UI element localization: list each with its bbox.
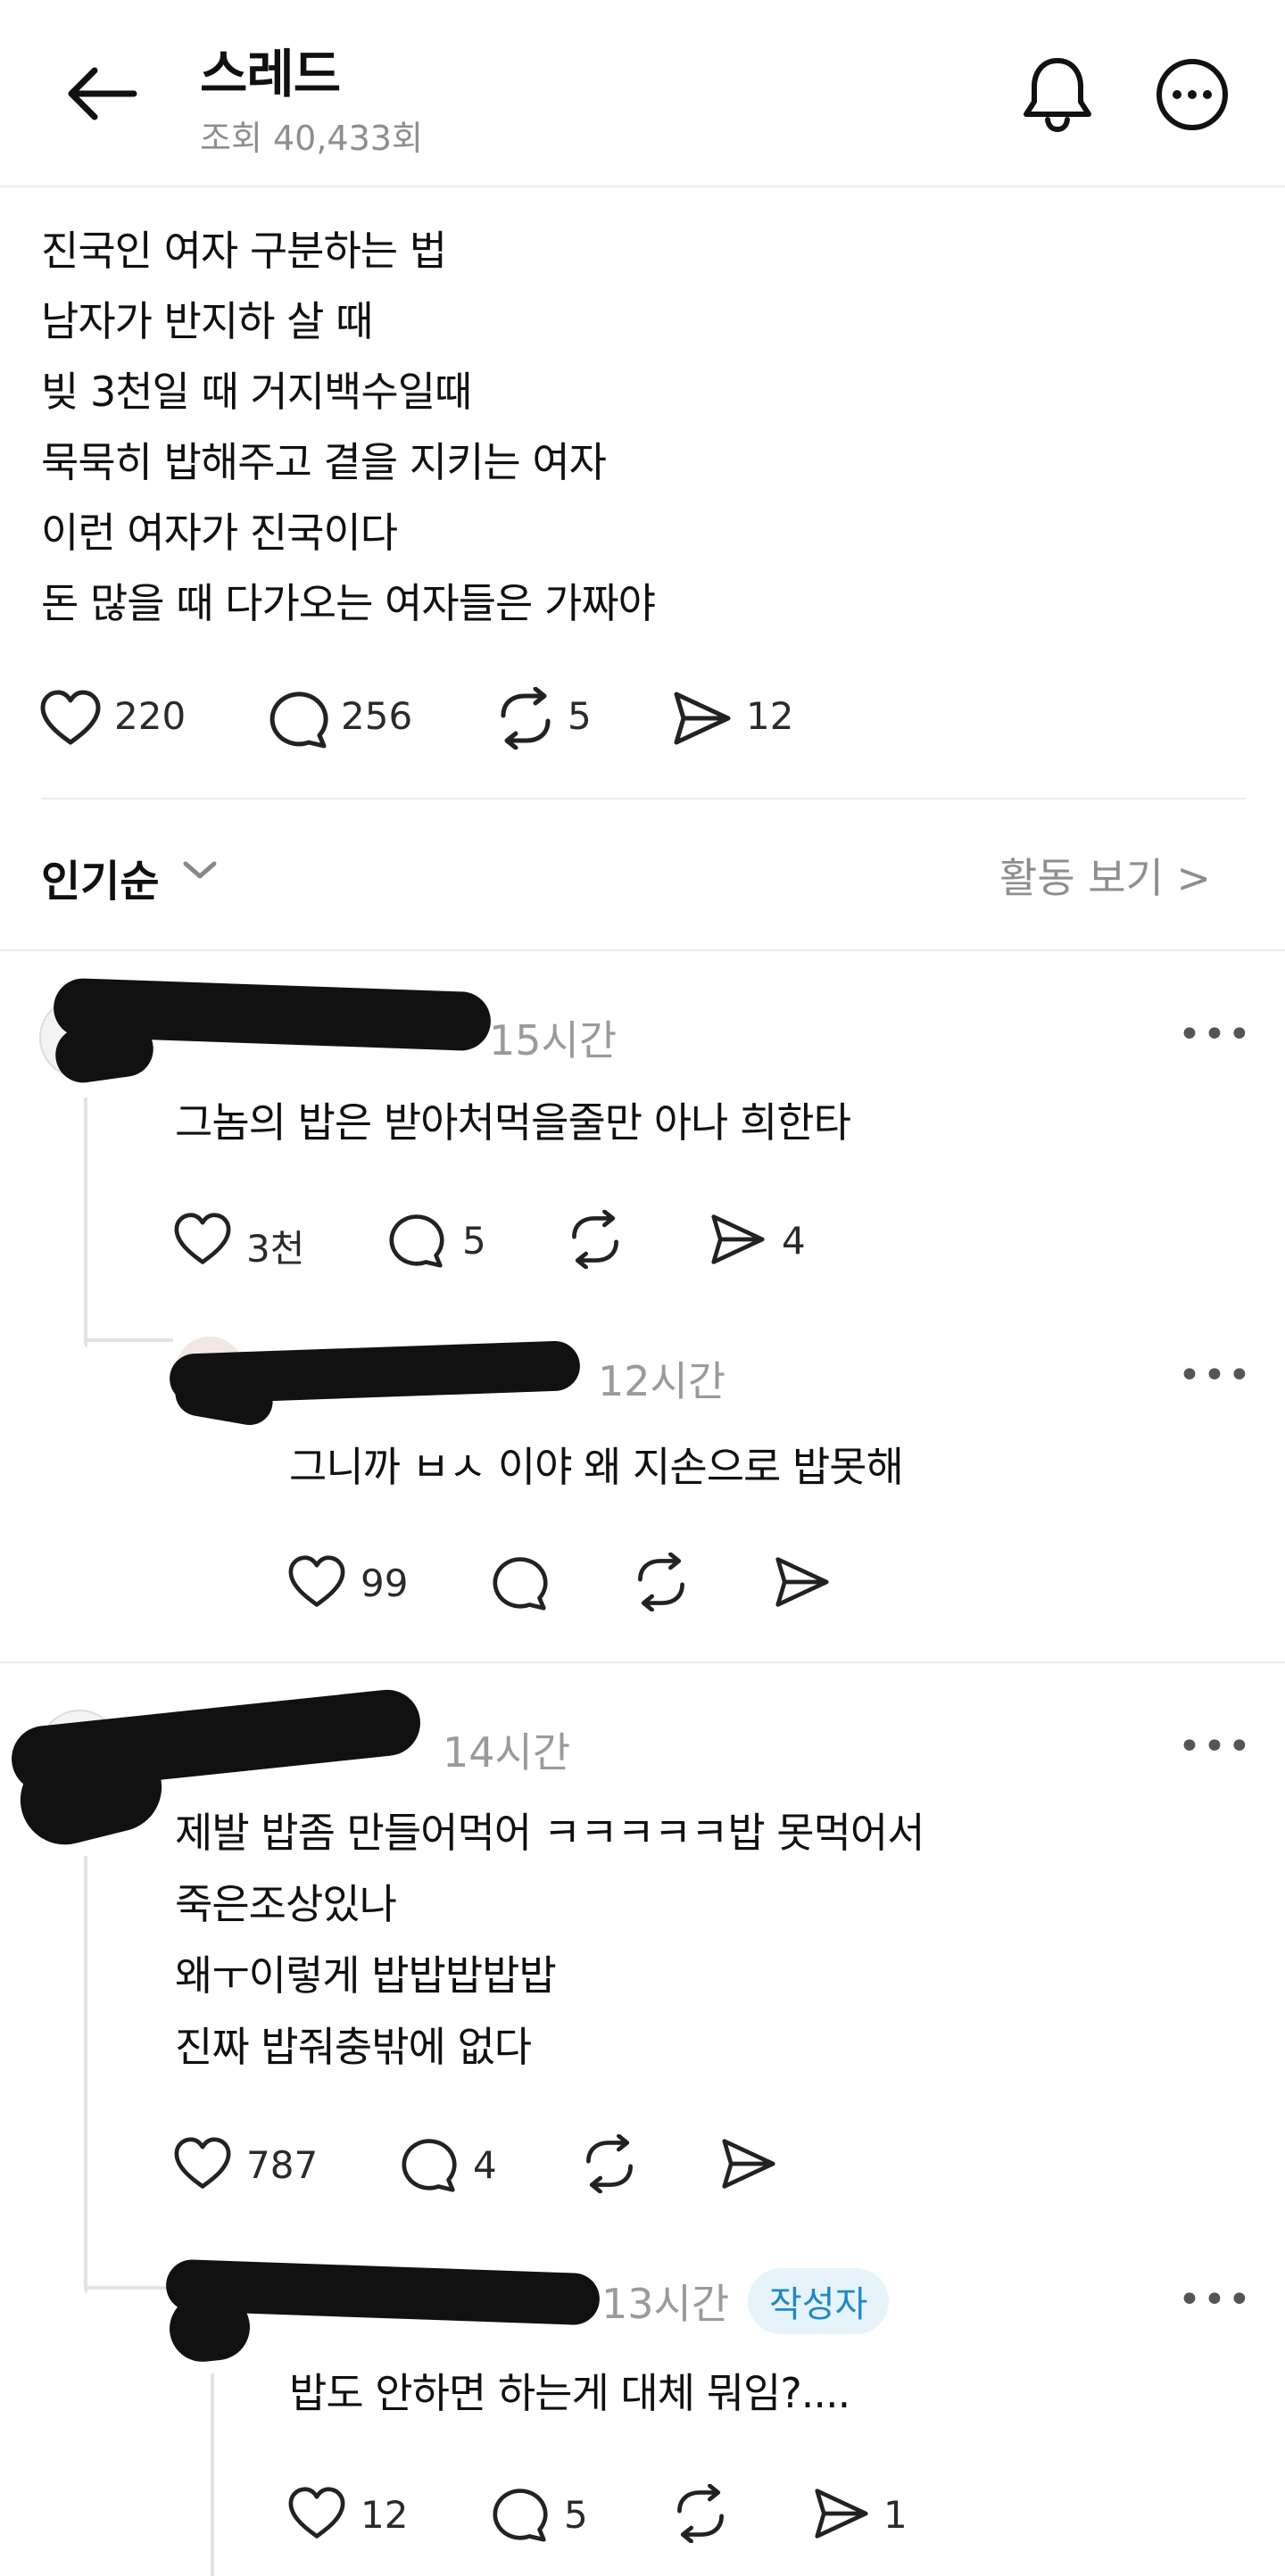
post-line: 돈 많을 때 다가오는 여자들은 가짜야	[41, 579, 656, 627]
comment-count: 5	[564, 2493, 588, 2537]
thread-line	[84, 1338, 173, 1342]
reply-more-button[interactable]: •••	[1178, 1012, 1253, 1057]
post-line: 진국인 여자 구분하는 법	[41, 227, 447, 275]
share-icon[interactable]	[719, 2136, 778, 2191]
post-actions-divider	[41, 798, 1246, 799]
thread-line	[84, 1097, 87, 1347]
bell-icon[interactable]	[1021, 55, 1094, 132]
reply-text: 그니까 ㅂㅅ 이야 왜 지손으로 밥못해	[289, 1443, 904, 1491]
share-count: 12	[746, 694, 794, 738]
repost-icon[interactable]	[671, 2484, 730, 2543]
share-icon[interactable]	[773, 1554, 832, 1610]
comment-icon[interactable]	[268, 689, 328, 750]
reply-text: 죽은조상있나	[175, 1880, 397, 1928]
comment-count: 256	[341, 694, 413, 738]
author-badge: 작성자	[748, 2268, 890, 2334]
reply-time: 12시간	[598, 1357, 726, 1405]
repost-icon[interactable]	[632, 1553, 691, 1611]
reply-text: 진짜 밥줘충밖에 없다	[175, 2023, 532, 2071]
reply-more-button[interactable]: •••	[1178, 1353, 1253, 1398]
thread-line	[84, 2286, 173, 2290]
like-count: 220	[114, 694, 187, 738]
reply-more-button[interactable]: •••	[1178, 2277, 1253, 2323]
reply-text: 제발 밥좀 만들어먹어 ㅋㅋㅋㅋㅋ밥 못먹어서	[175, 1809, 925, 1857]
thread-line	[84, 1856, 87, 2293]
thread-line	[211, 2373, 214, 2576]
like-count: 3천	[246, 1227, 305, 1271]
more-icon[interactable]	[1155, 57, 1230, 132]
like-count: 787	[246, 2143, 319, 2187]
back-arrow-icon[interactable]	[62, 62, 139, 125]
heart-icon[interactable]	[173, 1212, 232, 1267]
reply-text: 밥도 안하면 하는게 대체 뭐임?....	[289, 2369, 850, 2417]
share-icon[interactable]	[709, 1212, 767, 1267]
reply-divider	[0, 1661, 1285, 1663]
activity-link[interactable]: 활동 보기 >	[999, 846, 1211, 905]
reply-text: 그놈의 밥은 받아처먹을줄만 아나 희한타	[175, 1098, 851, 1147]
repost-icon[interactable]	[494, 687, 557, 750]
reply-time: 14시간	[443, 1728, 571, 1777]
repost-icon[interactable]	[580, 2134, 639, 2193]
reply-more-button[interactable]: •••	[1178, 1724, 1253, 1769]
comment-icon[interactable]	[491, 2486, 548, 2543]
post-body: 진국인 여자 구분하는 법 남자가 반지하 살 때 빚 3천일 때 거지백수일때…	[41, 216, 656, 639]
reply-time: 13시간	[601, 2280, 730, 2328]
share-count: 4	[782, 1219, 806, 1263]
sort-dropdown-label[interactable]: 인기순	[41, 846, 159, 908]
sort-divider	[0, 949, 1285, 951]
share-count: 1	[883, 2493, 908, 2537]
page-title: 스레드	[200, 44, 341, 104]
share-icon[interactable]	[812, 2486, 871, 2541]
reply-body: 제발 밥좀 만들어먹어 ㅋㅋㅋㅋㅋ밥 못먹어서 죽은조상있나 왜ㅜ이렇게 밥밥밥…	[175, 1797, 925, 2083]
comment-count: 5	[462, 1219, 486, 1263]
comment-count: 4	[473, 2143, 497, 2187]
heart-icon[interactable]	[173, 2136, 232, 2191]
post-line: 묵묵히 밥해주고 곁을 지키는 여자	[41, 438, 607, 486]
post-line: 이런 여자가 진국이다	[41, 509, 398, 557]
chevron-down-icon[interactable]	[180, 857, 220, 883]
heart-icon[interactable]	[287, 2486, 346, 2541]
comment-icon[interactable]	[491, 1554, 548, 1611]
share-icon[interactable]	[671, 689, 734, 748]
repost-count: 5	[568, 694, 592, 738]
like-count: 99	[361, 1561, 409, 1605]
post-line: 남자가 반지하 살 때	[41, 297, 373, 345]
post-line: 빚 3천일 때 거지백수일때	[41, 368, 472, 416]
reply-text: 왜ㅜ이렇게 밥밥밥밥밥	[175, 1951, 557, 2000]
comment-icon[interactable]	[400, 2136, 457, 2193]
view-count: 조회 40,433회	[200, 119, 423, 158]
header-divider	[0, 186, 1285, 187]
like-count: 12	[361, 2493, 409, 2537]
reply-time: 15시간	[489, 1016, 618, 1064]
comment-icon[interactable]	[387, 1212, 444, 1269]
heart-icon[interactable]	[287, 1554, 346, 1610]
heart-icon[interactable]	[39, 689, 102, 748]
repost-icon[interactable]	[566, 1210, 625, 1269]
